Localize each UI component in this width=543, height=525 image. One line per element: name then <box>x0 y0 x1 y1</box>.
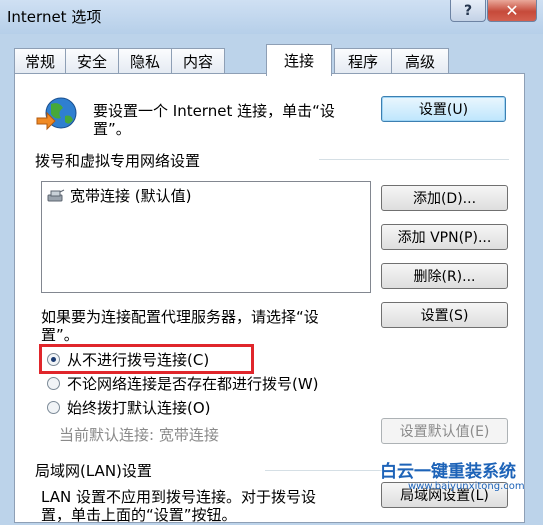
proxy-text-line1: 如果要为连接配置代理服务器，请选择“设 <box>41 308 319 326</box>
lan-text-line2: 置，单击上面的“设置”按钮。 <box>41 506 237 524</box>
dial-whenever-radio[interactable] <box>47 377 60 390</box>
section-divider <box>319 159 509 160</box>
tab-advanced[interactable]: 高级 <box>391 48 449 74</box>
intro-text-line2: 置”。 <box>93 120 131 138</box>
list-item-label: 宽带连接 (默认值) <box>70 187 192 205</box>
tab-connections[interactable]: 连接 <box>266 44 332 76</box>
help-icon: ? <box>463 2 473 19</box>
tab-privacy[interactable]: 隐私 <box>118 48 172 74</box>
close-icon: ✕ <box>505 1 519 20</box>
dialup-settings-button[interactable]: 设置(S) <box>381 302 508 328</box>
always-dial-radio[interactable] <box>47 401 60 414</box>
always-dial-label[interactable]: 始终拨打默认连接(O) <box>67 397 211 418</box>
set-default-button[interactable]: 设置默认值(E) <box>381 418 508 444</box>
delete-button[interactable]: 删除(R)... <box>381 263 508 289</box>
list-item[interactable]: 宽带连接 (默认值) <box>46 185 191 206</box>
setup-button[interactable]: 设置(U) <box>381 96 506 122</box>
connections-panel: 要设置一个 Internet 连接，单击“设 置”。 设置(U) 拨号和虚拟专用… <box>14 73 525 524</box>
broadband-connection-icon <box>47 189 65 201</box>
current-default-text: 当前默认连接: 宽带连接 <box>59 426 219 444</box>
connection-list[interactable]: 宽带连接 (默认值) <box>41 181 371 293</box>
proxy-text-line2: 置”。 <box>41 326 79 344</box>
dial-whenever-label[interactable]: 不论网络连接是否存在都进行拨号(W) <box>67 373 319 394</box>
window-title: Internet 选项 <box>7 8 102 26</box>
highlight-box <box>39 344 254 374</box>
lan-section-label: 局域网(LAN)设置 <box>35 462 152 480</box>
globe-connect-icon <box>36 97 77 131</box>
tab-general[interactable]: 常规 <box>14 48 66 74</box>
watermark-text: 白云一键重装系统 <box>380 462 516 482</box>
dialup-section-label: 拨号和虚拟专用网络设置 <box>35 152 201 170</box>
title-bar: Internet 选项 ? ✕ <box>0 0 543 34</box>
tab-security[interactable]: 安全 <box>65 48 119 74</box>
add-vpn-button[interactable]: 添加 VPN(P)... <box>381 224 508 250</box>
help-button[interactable]: ? <box>450 0 486 22</box>
watermark-url: www.baiyunxitong.com <box>408 481 525 492</box>
close-button[interactable]: ✕ <box>487 0 537 22</box>
tab-content[interactable]: 内容 <box>171 48 225 74</box>
tab-programs[interactable]: 程序 <box>334 48 392 74</box>
add-button[interactable]: 添加(D)... <box>381 185 508 211</box>
